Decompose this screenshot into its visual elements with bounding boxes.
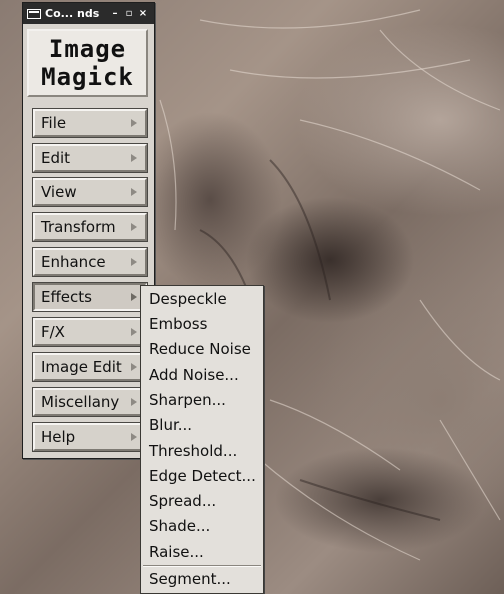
- menu-image-edit-button[interactable]: Image Edit: [32, 352, 148, 382]
- menu-item-label: Transform: [41, 218, 116, 236]
- submenu-item-blur[interactable]: Blur...: [149, 416, 192, 434]
- submenu-arrow-icon: [131, 188, 137, 196]
- menu-file-button[interactable]: File: [32, 108, 148, 138]
- submenu-item-despeckle[interactable]: Despeckle: [149, 290, 227, 308]
- submenu-item-segment[interactable]: Segment...: [149, 570, 231, 588]
- submenu-item-shade[interactable]: Shade...: [149, 517, 210, 535]
- maximize-icon[interactable]: ▫: [122, 8, 136, 19]
- submenu-arrow-icon: [131, 328, 137, 336]
- effects-submenu: Despeckle Emboss Reduce Noise Add Noise.…: [140, 285, 264, 594]
- minimize-icon[interactable]: –: [108, 8, 122, 19]
- submenu-item-threshold[interactable]: Threshold...: [149, 442, 237, 460]
- submenu-arrow-icon: [131, 154, 137, 162]
- submenu-item-spread[interactable]: Spread...: [149, 492, 216, 510]
- submenu-item-emboss[interactable]: Emboss: [149, 315, 207, 333]
- submenu-item-raise[interactable]: Raise...: [149, 543, 204, 561]
- menu-view-button[interactable]: View: [32, 177, 148, 207]
- submenu-arrow-icon: [131, 363, 137, 371]
- submenu-arrow-icon: [131, 223, 137, 231]
- submenu-separator: [143, 565, 261, 567]
- menu-item-label: Enhance: [41, 253, 106, 271]
- submenu-arrow-icon: [131, 398, 137, 406]
- submenu-arrow-icon: [131, 293, 137, 301]
- menu-item-label: Miscellany: [41, 393, 120, 411]
- menu-item-label: Effects: [41, 288, 92, 306]
- window-title: Co... nds: [45, 7, 100, 20]
- menu-fx-button[interactable]: F/X: [32, 317, 148, 347]
- menu-help-button[interactable]: Help: [32, 422, 148, 452]
- menu-miscellany-button[interactable]: Miscellany: [32, 387, 148, 417]
- submenu-item-add-noise[interactable]: Add Noise...: [149, 366, 239, 384]
- menu-item-label: Edit: [41, 149, 71, 167]
- menu-item-label: Image Edit: [41, 358, 122, 376]
- submenu-item-sharpen[interactable]: Sharpen...: [149, 391, 226, 409]
- menu-edit-button[interactable]: Edit: [32, 143, 148, 173]
- menu-item-label: F/X: [41, 323, 65, 341]
- close-icon[interactable]: ×: [136, 8, 150, 19]
- logo-line-1: Image: [48, 35, 127, 63]
- imagemagick-logo[interactable]: Image Magick: [27, 29, 148, 97]
- commands-window: Co... nds – ▫ × Image Magick File Edit V…: [22, 2, 155, 459]
- submenu-arrow-icon: [131, 119, 137, 127]
- submenu-item-edge-detect[interactable]: Edge Detect...: [149, 467, 256, 485]
- submenu-arrow-icon: [131, 433, 137, 441]
- window-titlebar[interactable]: Co... nds – ▫ ×: [23, 3, 154, 24]
- menu-enhance-button[interactable]: Enhance: [32, 247, 148, 277]
- menu-item-label: File: [41, 114, 67, 132]
- logo-line-2: Magick: [41, 63, 134, 91]
- menu-transform-button[interactable]: Transform: [32, 212, 148, 242]
- menu-effects-button[interactable]: Effects: [32, 282, 148, 312]
- window-menu-icon[interactable]: [27, 8, 41, 19]
- submenu-item-reduce-noise[interactable]: Reduce Noise: [149, 340, 251, 358]
- menu-item-label: Help: [41, 428, 76, 446]
- menu-item-label: View: [41, 183, 77, 201]
- submenu-arrow-icon: [131, 258, 137, 266]
